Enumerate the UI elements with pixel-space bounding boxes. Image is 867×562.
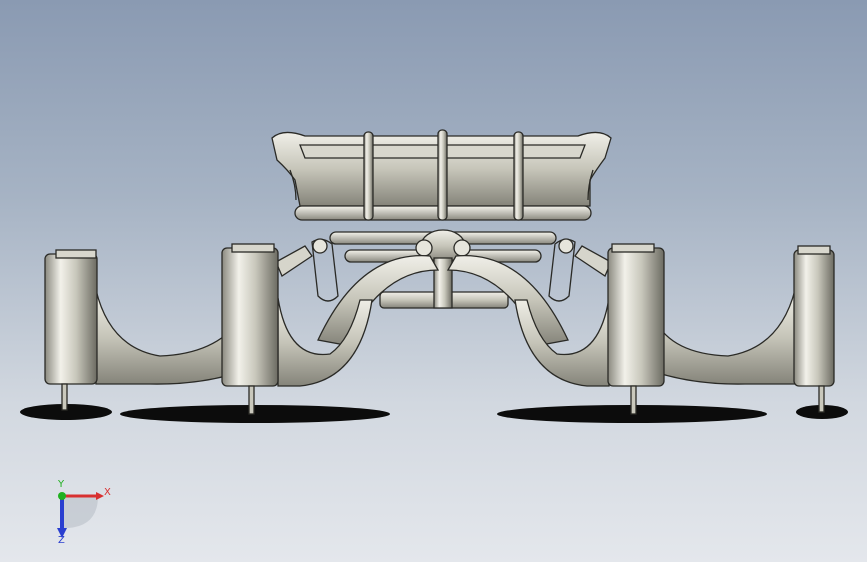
right-inner-arm[interactable] — [514, 245, 612, 387]
x-axis-label: X — [104, 487, 111, 498]
rear-wing[interactable] — [271, 129, 612, 221]
hub-right-inner — [607, 243, 665, 387]
hub-left-inner — [221, 243, 279, 387]
y-axis-label: Y — [58, 479, 65, 490]
ground-shadows — [20, 404, 848, 423]
right-outer-arm[interactable] — [654, 289, 796, 385]
model-render[interactable] — [0, 0, 867, 562]
hub-right-outer — [793, 245, 835, 387]
hub-left-outer — [44, 249, 98, 385]
triad-graphic — [57, 492, 104, 538]
left-outer-arm[interactable] — [95, 289, 241, 385]
z-axis-label: Z — [58, 535, 65, 546]
left-inner-arm[interactable] — [275, 245, 373, 387]
cad-viewport[interactable]: X Y Z — [0, 0, 867, 562]
orientation-triad[interactable]: X Y Z — [40, 478, 130, 548]
